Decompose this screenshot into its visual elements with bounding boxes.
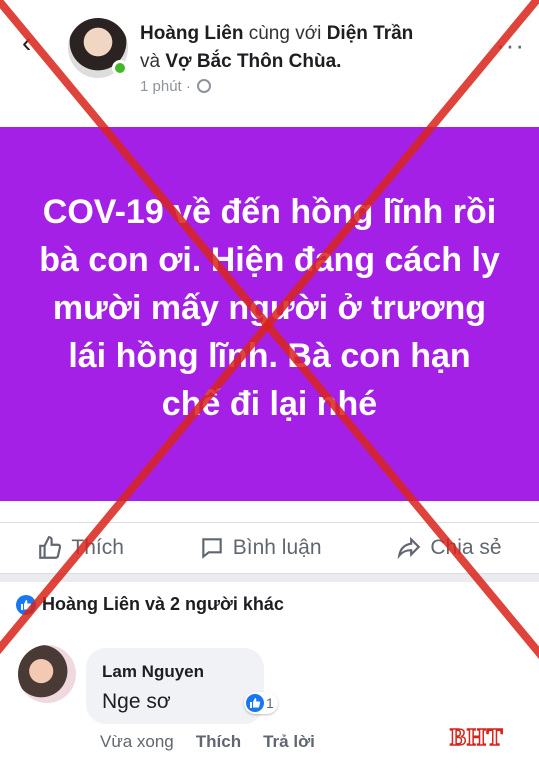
commenter-name[interactable]: Lam Nguyen [102, 662, 204, 682]
like-reaction-icon [16, 594, 36, 615]
comment-bubble: Lam Nguyen Nge sơ [86, 648, 264, 724]
author-line: Hoàng Liên cùng với Diện Trần và Vợ Bắc … [140, 20, 480, 76]
comment-like-count: 1 [266, 695, 274, 711]
comment-like-icon [246, 694, 264, 712]
thumbs-up-icon [39, 536, 62, 559]
action-bar: Thích Bình luận Chia sẻ [0, 522, 539, 574]
post-text: COV-19 về đến hồng lĩnh rồi bà con ơi. H… [39, 193, 500, 423]
commenter-avatar[interactable] [18, 645, 76, 703]
comment-text: Nge sơ [102, 690, 171, 713]
comment-reply-button[interactable]: Trả lời [263, 732, 315, 752]
post-meta: 1 phút · [140, 78, 212, 95]
and-text: và [140, 51, 161, 72]
comment-button[interactable]: Bình luận [199, 535, 322, 561]
more-options-button[interactable]: ··· [496, 30, 525, 61]
like-label: Thích [71, 536, 124, 559]
globe-icon [197, 79, 212, 93]
comment-label: Bình luận [232, 536, 322, 559]
share-button[interactable]: Chia sẻ [396, 535, 502, 561]
comment-like-button[interactable]: Thích [196, 732, 241, 752]
with-text: cùng với [248, 23, 322, 44]
bht-watermark: BHT [449, 724, 504, 752]
comment-icon [202, 538, 222, 559]
share-label: Chia sẻ [430, 536, 502, 559]
comment-time[interactable]: Vừa xong [100, 732, 174, 752]
post-header: ‹ Hoàng Liên cùng với Diện Trần và Vợ Bắ… [0, 0, 539, 110]
author-name[interactable]: Hoàng Liên [140, 23, 243, 44]
post-text-card: COV-19 về đến hồng lĩnh rồi bà con ơi. H… [0, 127, 539, 501]
online-status-icon [112, 60, 128, 76]
section-divider [0, 574, 539, 582]
share-icon [397, 536, 421, 560]
post-time[interactable]: 1 phút · [140, 78, 191, 95]
stats-gap [0, 501, 539, 521]
comment-actions: Vừa xong Thích Trả lời [100, 732, 315, 752]
comment-reaction-count[interactable]: 1 [244, 692, 278, 714]
facebook-post: ‹ Hoàng Liên cùng với Diện Trần và Vợ Bắ… [0, 0, 539, 777]
reactions-text: Hoàng Liên và 2 người khác [42, 594, 284, 614]
reactions-summary[interactable]: Hoàng Liên và 2 người khác [16, 594, 284, 615]
back-button[interactable]: ‹ [22, 28, 44, 58]
tagged-user-1[interactable]: Diện Trần [327, 23, 414, 44]
like-button[interactable]: Thích [37, 535, 124, 561]
tagged-user-2[interactable]: Vợ Bắc Thôn Chùa. [165, 51, 341, 72]
